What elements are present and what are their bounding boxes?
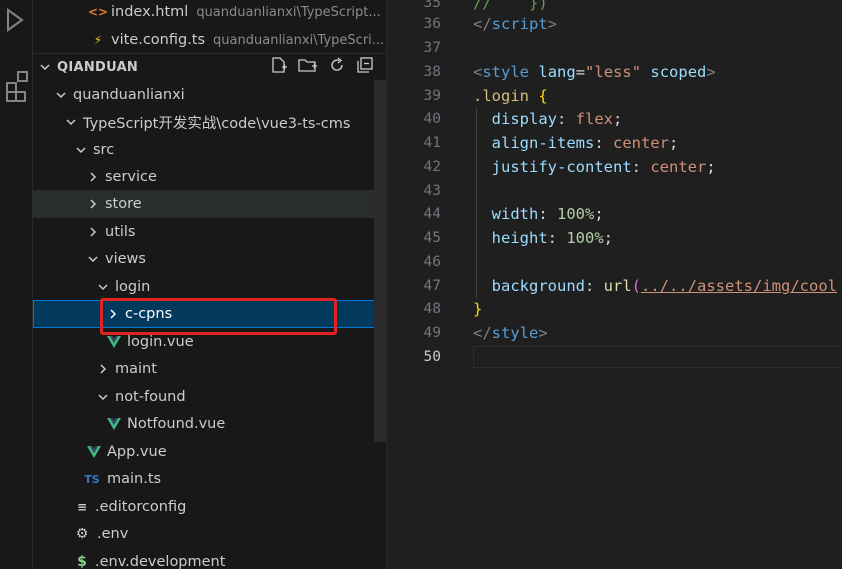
explorer-sidebar: <> index.html quanduanlianxi\TypeScript.… xyxy=(33,0,386,569)
section-actions xyxy=(270,53,374,81)
line-number: 40 xyxy=(423,111,441,127)
tree-folder-utils[interactable]: utils xyxy=(33,218,386,246)
current-line-highlight xyxy=(473,346,842,368)
line-number: 39 xyxy=(423,88,441,104)
code-line: .login { xyxy=(473,87,548,105)
open-editor-vite-config[interactable]: ⚡ vite.config.ts quanduanlianxi\TypeScri… xyxy=(33,26,386,54)
run-debug-icon[interactable] xyxy=(0,6,33,36)
line-number: 47 xyxy=(423,278,441,294)
line-number: 46 xyxy=(423,254,441,270)
tree-folder-typescript[interactable]: TypeScript开发实战\code\vue3-ts-cms xyxy=(33,108,386,136)
code-line: background: url(../../assets/img/cool xyxy=(491,277,837,295)
html-file-icon: <> xyxy=(87,5,109,19)
line-number: 43 xyxy=(423,183,441,199)
code-line: } xyxy=(473,300,483,318)
collapse-all-icon[interactable] xyxy=(356,56,374,78)
line-number: 49 xyxy=(423,325,441,341)
line-number: 44 xyxy=(423,206,441,222)
line-number: 41 xyxy=(423,135,441,151)
dollar-file-icon: $ xyxy=(77,554,87,569)
gear-icon: ⚙ xyxy=(75,526,89,542)
line-number: 38 xyxy=(423,64,441,80)
line-number-current: 50 xyxy=(423,349,441,365)
code-line: display: flex; xyxy=(491,110,623,128)
code-line: align-items: center; xyxy=(491,134,679,152)
tree-folder-service[interactable]: service xyxy=(33,163,386,191)
tree-file-notfound-vue[interactable]: Notfound.vue xyxy=(33,410,386,438)
tree-folder-store[interactable]: store xyxy=(33,190,386,218)
line-number: 36 xyxy=(423,16,441,32)
chevron-right-icon xyxy=(105,308,121,320)
open-editor-index-html[interactable]: <> index.html quanduanlianxi\TypeScript.… xyxy=(33,0,386,26)
new-folder-icon[interactable] xyxy=(298,56,318,78)
chevron-right-icon xyxy=(95,363,111,375)
tree-folder-c-cpns[interactable]: c-cpns xyxy=(33,300,386,328)
refresh-icon[interactable] xyxy=(328,56,346,78)
line-number: 42 xyxy=(423,159,441,175)
line-number: 37 xyxy=(423,40,441,56)
chevron-down-icon xyxy=(37,61,53,73)
code-line: width: 100%; xyxy=(491,205,604,223)
lines-file-icon: ≡ xyxy=(76,500,88,514)
extensions-icon[interactable] xyxy=(0,68,33,102)
tree-folder-quanduanlianxi[interactable]: quanduanlianxi xyxy=(33,81,386,109)
tree-file-main-ts[interactable]: TS main.ts xyxy=(33,465,386,493)
tree-file-env[interactable]: ⚙ .env xyxy=(33,520,386,548)
code-line: justify-content: center; xyxy=(491,158,716,176)
chevron-down-icon xyxy=(85,253,101,265)
activity-bar xyxy=(0,0,33,569)
chevron-down-icon xyxy=(95,281,111,293)
code-line: </style> xyxy=(473,324,548,342)
typescript-file-icon: TS xyxy=(84,472,100,486)
lightning-file-icon: ⚡ xyxy=(93,33,103,47)
chevron-down-icon xyxy=(63,116,79,128)
code-line: height: 100%; xyxy=(491,229,614,247)
tree-file-app-vue[interactable]: App.vue xyxy=(33,438,386,466)
chevron-right-icon xyxy=(85,171,101,183)
chevron-right-icon xyxy=(85,226,101,238)
vue-file-icon xyxy=(105,418,123,430)
tree-file-login-vue[interactable]: login.vue xyxy=(33,328,386,356)
tree-folder-maint[interactable]: maint xyxy=(33,355,386,383)
section-header-qianduan[interactable]: QIANDUAN xyxy=(33,53,386,81)
sidebar-scrollbar[interactable] xyxy=(374,80,386,442)
code-line: <style lang="less" scoped> xyxy=(473,63,716,81)
line-number: 45 xyxy=(423,230,441,246)
vue-file-icon xyxy=(105,336,123,348)
tree-file-editorconfig[interactable]: ≡ .editorconfig xyxy=(33,493,386,521)
line-number: 48 xyxy=(423,301,441,317)
tree-folder-src[interactable]: src xyxy=(33,136,386,164)
new-file-icon[interactable] xyxy=(270,56,288,78)
tree-folder-login[interactable]: login xyxy=(33,273,386,301)
chevron-down-icon xyxy=(95,391,111,403)
tree-file-env-development[interactable]: $ .env.development xyxy=(33,548,386,569)
vue-file-icon xyxy=(85,446,103,458)
chevron-down-icon xyxy=(73,144,89,156)
code-editor[interactable]: 35 36 37 38 39 40 41 42 43 44 45 46 47 4… xyxy=(386,0,842,569)
code-line: </script> xyxy=(473,15,558,33)
chevron-right-icon xyxy=(85,198,101,210)
tree-folder-not-found[interactable]: not-found xyxy=(33,383,386,411)
tree-folder-views[interactable]: views xyxy=(33,245,386,273)
chevron-down-icon xyxy=(53,89,69,101)
